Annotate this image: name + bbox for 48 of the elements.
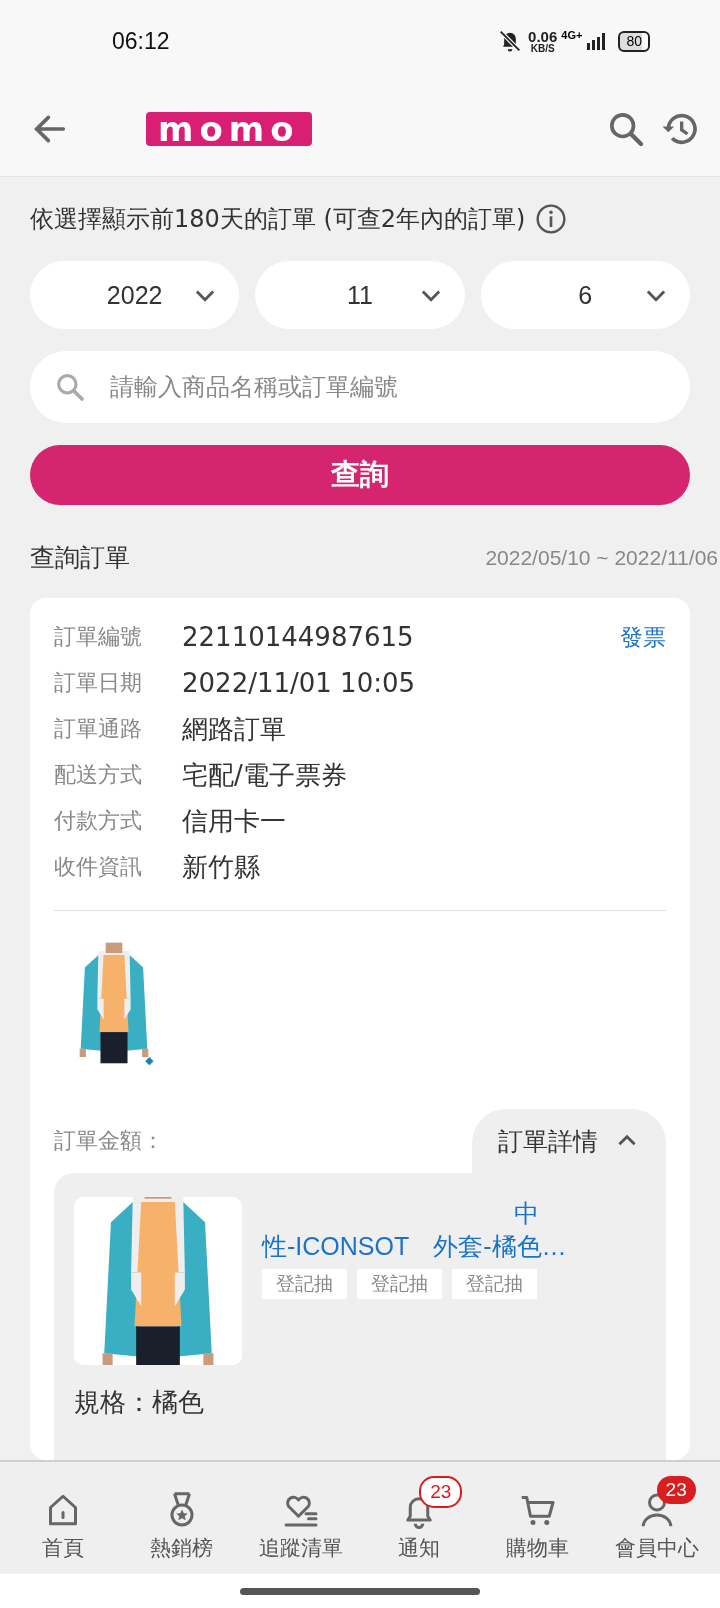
field-value: 新竹縣 (182, 850, 260, 884)
search-icon (54, 371, 86, 403)
status-time: 06:12 (112, 27, 170, 55)
field-label: 收件資訊 (54, 853, 143, 881)
field-label: 付款方式 (54, 807, 143, 835)
date-dropdown[interactable]: 6 (480, 261, 690, 329)
nav-tab[interactable]: 23 通知 (361, 1474, 478, 1562)
nav-tab[interactable]: 購物車 (479, 1474, 596, 1562)
nav-tab[interactable]: 追蹤清單 (242, 1474, 359, 1562)
search-field[interactable]: 請輸入商品名稱或訂單編號 (30, 351, 690, 423)
network-speed: 0.06 (528, 28, 558, 44)
invoice-link[interactable]: 發票 (620, 621, 666, 653)
amount-label: 訂單金額： (54, 1127, 165, 1155)
logo[interactable]: momo (146, 112, 312, 146)
count-badge: 23 (419, 1476, 463, 1508)
network-type: 4G+ (561, 29, 583, 41)
date-dropdown[interactable]: 2022 (30, 261, 240, 329)
speed-unit: KB/S (530, 43, 555, 54)
product-title[interactable]: 中 (513, 1197, 539, 1230)
field-value: 22110144987615 (182, 622, 414, 652)
section-title: 查詢訂單 (30, 542, 130, 574)
nav-tab[interactable]: 23 會員中心 (598, 1474, 715, 1562)
nav-tab[interactable]: 首頁 (5, 1474, 122, 1562)
count-badge: 23 (656, 1476, 696, 1504)
field-label: 訂單日期 (54, 669, 143, 697)
notice-text: 依選擇顯示前180天的訂單 (可查2年內的訂單) (30, 204, 526, 235)
field-value: 2022/11/01 10:05 (182, 668, 416, 698)
field-value: 網路訂單 (182, 712, 286, 746)
promo-tag: 登記抽 (262, 1269, 347, 1299)
field-label: 訂單編號 (54, 623, 143, 651)
product-title[interactable]: 性-ICONSOT (262, 1230, 410, 1263)
query-button[interactable]: 查詢 (30, 445, 690, 505)
field-label: 訂單通路 (54, 715, 143, 743)
order-details-toggle[interactable]: 訂單詳情 (472, 1109, 666, 1173)
date-range: 2022/05/10 ~ 2022/11/06 (485, 545, 718, 570)
promo-tag: 登記抽 (452, 1269, 537, 1299)
info-icon[interactable] (535, 203, 568, 235)
battery-indicator: 80 (618, 30, 650, 52)
signal-icon (586, 30, 607, 52)
home-indicator[interactable] (240, 1587, 480, 1595)
field-label: 配送方式 (54, 761, 143, 789)
date-dropdown[interactable]: 11 (255, 261, 465, 329)
product-spec: 規格：橘色 (74, 1386, 205, 1419)
promo-tag: 登記抽 (357, 1269, 442, 1299)
nav-tab[interactable]: 熱銷榜 (124, 1474, 240, 1562)
field-value: 宅配/電子票券 (182, 758, 347, 792)
field-value: 信用卡一 (182, 804, 286, 838)
product-title[interactable]: 外套-橘色… (433, 1230, 567, 1263)
